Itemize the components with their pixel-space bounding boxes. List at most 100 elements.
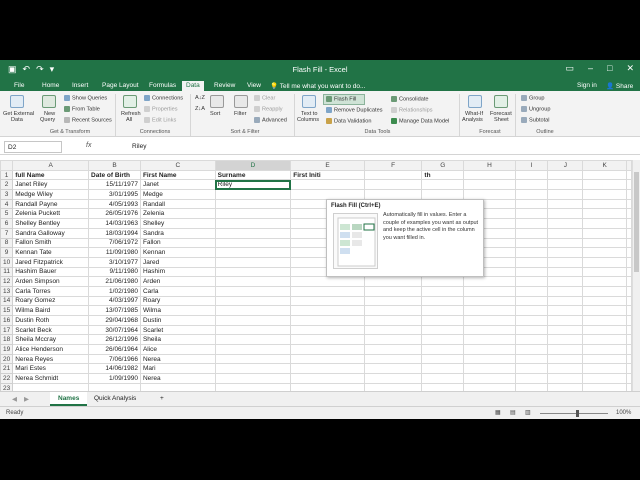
cell[interactable] bbox=[582, 295, 627, 307]
cell[interactable] bbox=[463, 315, 516, 326]
row-header[interactable]: 17 bbox=[0, 324, 14, 336]
from-table-button[interactable]: From Table bbox=[64, 106, 100, 112]
formula-input[interactable]: Riley bbox=[132, 143, 146, 150]
select-all-corner[interactable] bbox=[0, 160, 14, 171]
cell[interactable] bbox=[421, 324, 465, 336]
cell[interactable] bbox=[626, 363, 632, 375]
tab-formulas[interactable]: Formulas bbox=[145, 81, 180, 91]
cell[interactable] bbox=[214, 208, 292, 220]
zoom-level[interactable]: 100% bbox=[616, 410, 631, 416]
tab-data[interactable]: Data bbox=[182, 81, 204, 91]
cell[interactable]: Carla bbox=[139, 285, 216, 297]
restore-button[interactable]: □ bbox=[607, 63, 612, 74]
cell[interactable] bbox=[290, 285, 365, 297]
cell[interactable]: Wilma bbox=[139, 305, 216, 316]
cell[interactable] bbox=[463, 295, 516, 307]
cell[interactable]: Hashim Bauer bbox=[12, 266, 90, 278]
cell[interactable]: 4/05/1993 bbox=[88, 198, 141, 210]
cell[interactable] bbox=[139, 382, 216, 391]
cell[interactable] bbox=[626, 247, 632, 258]
cell[interactable] bbox=[214, 247, 292, 258]
cell[interactable] bbox=[214, 373, 292, 384]
cell[interactable]: 11/09/1980 bbox=[88, 247, 141, 258]
cell[interactable] bbox=[421, 373, 465, 384]
cell[interactable] bbox=[514, 247, 549, 258]
flash-fill-button[interactable]: Flash Fill bbox=[326, 96, 356, 102]
cell-table[interactable]: ABCDEFGHIJK 1 full Name Date of Birth First… bbox=[0, 160, 632, 391]
cell[interactable] bbox=[214, 276, 292, 287]
cell[interactable]: Riley bbox=[214, 179, 292, 191]
cell[interactable] bbox=[626, 208, 632, 220]
cell[interactable] bbox=[290, 189, 365, 200]
share-button[interactable]: 👤 Share bbox=[606, 82, 633, 90]
cell[interactable] bbox=[290, 344, 365, 355]
cell[interactable] bbox=[290, 276, 365, 287]
cell[interactable] bbox=[363, 353, 423, 365]
cell[interactable] bbox=[582, 382, 627, 391]
row-header[interactable]: 13 bbox=[0, 285, 14, 297]
sort-z-a-button[interactable]: Z↓A bbox=[195, 106, 205, 112]
cell[interactable]: 13/07/1985 bbox=[88, 305, 141, 316]
cell[interactable] bbox=[214, 285, 292, 297]
cell[interactable] bbox=[626, 237, 632, 249]
cell[interactable]: Carla Torres bbox=[12, 285, 90, 297]
row-header[interactable]: 12 bbox=[0, 276, 14, 287]
tab-view[interactable]: View bbox=[243, 81, 265, 91]
cell[interactable] bbox=[463, 305, 516, 316]
row-header[interactable]: 11 bbox=[0, 266, 14, 278]
row-header[interactable]: 21 bbox=[0, 363, 14, 375]
page-break-view-icon[interactable]: ▥ bbox=[525, 409, 531, 416]
cell[interactable] bbox=[514, 227, 549, 239]
cell[interactable]: 14/03/1963 bbox=[88, 218, 141, 229]
cell[interactable]: 7/06/1966 bbox=[88, 353, 141, 365]
row-header[interactable]: 20 bbox=[0, 353, 14, 365]
cell[interactable]: 30/07/1964 bbox=[88, 324, 141, 336]
cell[interactable] bbox=[12, 382, 90, 391]
cell[interactable]: Sandra Galloway bbox=[12, 227, 90, 239]
cell[interactable]: First Initi bbox=[290, 169, 365, 181]
cell[interactable] bbox=[582, 227, 627, 239]
scroll-sheets-right-icon[interactable]: ▶ bbox=[16, 392, 37, 406]
cell[interactable]: Jared bbox=[139, 256, 216, 268]
cell[interactable]: Mari bbox=[139, 363, 216, 375]
row-header[interactable]: 22 bbox=[0, 373, 14, 384]
relationships-button[interactable]: Relationships bbox=[391, 107, 433, 113]
cell[interactable] bbox=[547, 189, 584, 200]
cell[interactable]: Date of Birth bbox=[88, 169, 141, 181]
cell[interactable] bbox=[214, 305, 292, 316]
cell[interactable] bbox=[363, 179, 423, 191]
cell[interactable]: Mari Estes bbox=[12, 363, 90, 375]
cell[interactable]: Fallon Smith bbox=[12, 237, 90, 249]
cell[interactable]: Medge Wiley bbox=[12, 189, 90, 200]
cell[interactable] bbox=[463, 334, 516, 346]
cell[interactable] bbox=[514, 256, 549, 268]
cell[interactable] bbox=[421, 363, 465, 375]
cell[interactable] bbox=[582, 208, 627, 220]
zoom-slider[interactable] bbox=[540, 413, 608, 414]
cell[interactable]: Dustin bbox=[139, 315, 216, 326]
cell[interactable] bbox=[214, 266, 292, 278]
close-button[interactable]: ✕ bbox=[626, 63, 634, 74]
cell[interactable] bbox=[214, 237, 292, 249]
filter-button[interactable]: Filter bbox=[234, 111, 246, 117]
column-header-b[interactable]: B bbox=[88, 160, 141, 171]
cell[interactable] bbox=[514, 353, 549, 365]
reapply-button[interactable]: Reapply bbox=[254, 106, 283, 112]
cell[interactable]: Janet bbox=[139, 179, 216, 191]
cell[interactable]: Nerea Schmidt bbox=[12, 373, 90, 384]
cell[interactable] bbox=[582, 256, 627, 268]
cell[interactable]: Nerea Reyes bbox=[12, 353, 90, 365]
cell[interactable]: Roary bbox=[139, 295, 216, 307]
cell[interactable] bbox=[547, 198, 584, 210]
column-header-d[interactable]: D bbox=[214, 160, 292, 171]
cell[interactable] bbox=[547, 382, 584, 391]
data-validation-button[interactable]: Data Validation bbox=[326, 118, 372, 124]
cell[interactable]: Sheila bbox=[139, 334, 216, 346]
sheet-tab-names[interactable]: Names bbox=[50, 392, 88, 406]
cell[interactable]: Medge bbox=[139, 189, 216, 200]
recent-sources-button[interactable]: Recent Sources bbox=[64, 117, 112, 123]
cell[interactable] bbox=[421, 295, 465, 307]
cell[interactable] bbox=[363, 324, 423, 336]
cell[interactable]: 7/06/1972 bbox=[88, 237, 141, 249]
cell[interactable] bbox=[290, 373, 365, 384]
